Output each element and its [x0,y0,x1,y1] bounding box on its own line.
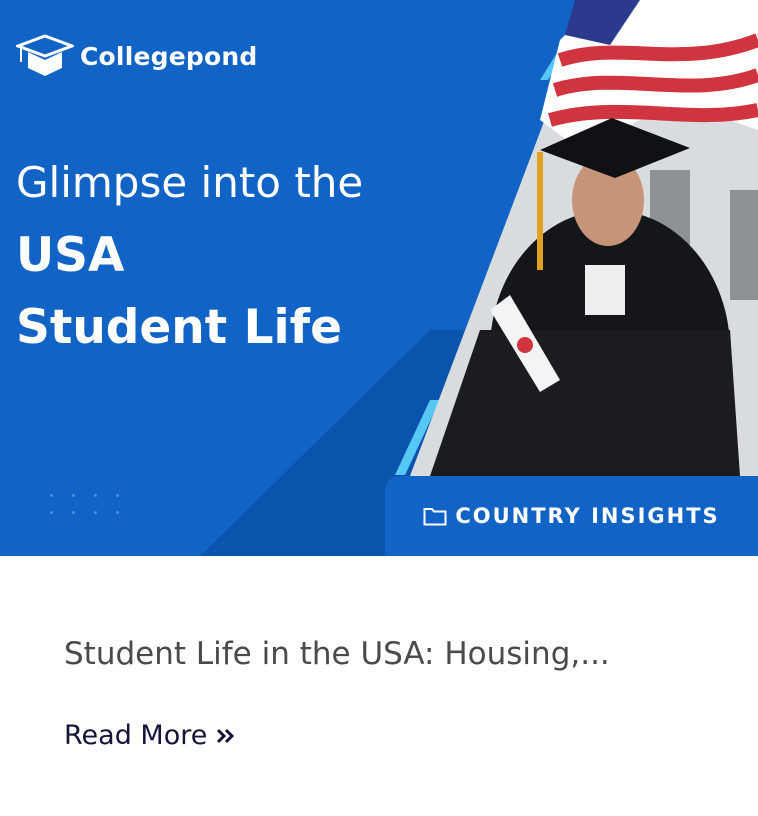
decorative-dots [50,494,122,514]
folder-icon [423,507,447,525]
post-title[interactable]: Student Life in the USA: Housing,... [64,636,610,672]
graduation-cap-icon [16,34,74,76]
post-thumbnail[interactable]: Collegepond Glimpse into the USA Student… [0,0,758,556]
category-label: COUNTRY INSIGHTS [455,504,720,528]
double-chevron-right-icon [217,728,235,743]
read-more-link[interactable]: Read More [64,720,237,751]
brand-logo: Collegepond [16,34,257,78]
headline-usa: USA [16,228,125,283]
headline-student-life: Student Life [16,300,342,355]
category-badge[interactable]: COUNTRY INSIGHTS [385,476,758,556]
read-more-label: Read More [64,720,208,751]
headline-light: Glimpse into the [16,158,364,207]
post-card[interactable]: Collegepond Glimpse into the USA Student… [0,0,758,816]
brand-name: Collegepond [80,41,258,71]
